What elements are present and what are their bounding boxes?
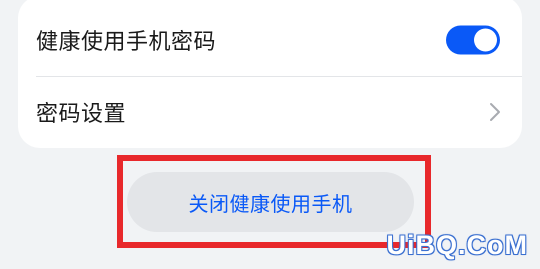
health-password-toggle[interactable]: [446, 25, 500, 55]
chevron-right-icon: [490, 103, 500, 121]
health-password-row[interactable]: 健康使用手机密码: [18, 4, 522, 76]
toggle-knob: [474, 28, 497, 52]
highlight-annotation-box: [117, 155, 431, 248]
password-settings-label: 密码设置: [36, 102, 127, 127]
password-settings-row[interactable]: 密码设置: [18, 76, 522, 148]
health-password-label: 健康使用手机密码: [36, 30, 217, 55]
settings-card: 健康使用手机密码 密码设置: [18, 0, 522, 148]
watermark: UiBQ.CoM: [386, 230, 528, 260]
